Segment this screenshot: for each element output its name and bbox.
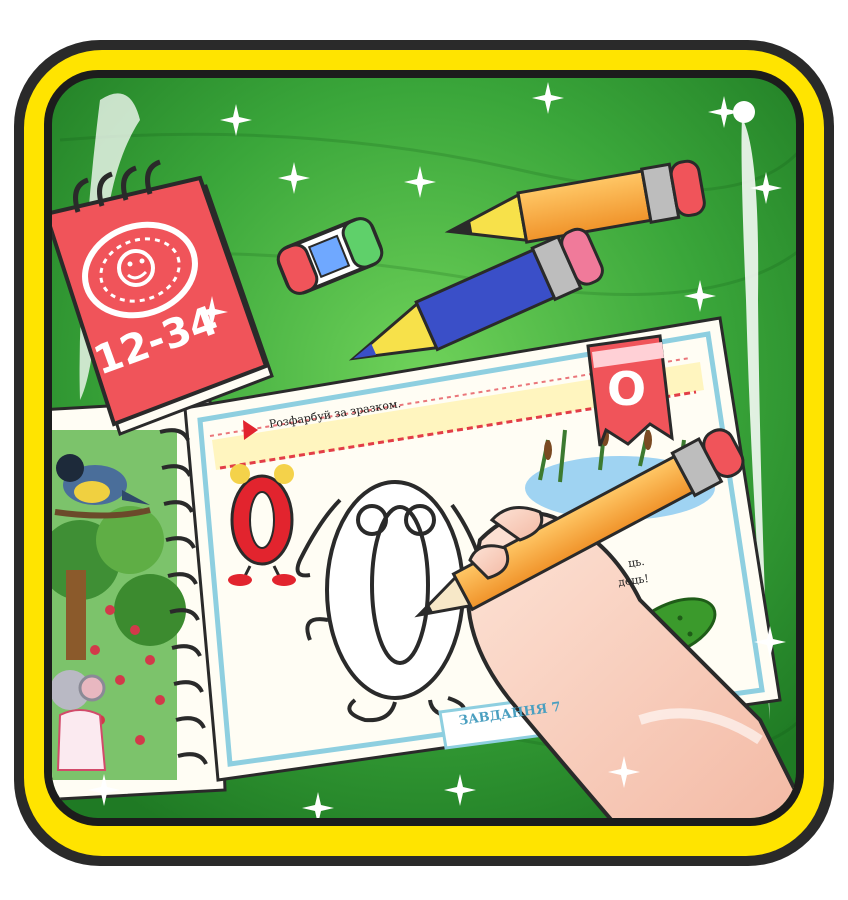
side-text-1: ць.: [627, 554, 646, 571]
icon-artwork: [14, 40, 834, 866]
app-icon: 12-34 О Розфарбуй за зразком. ЗАВДАННЯ 7…: [0, 0, 848, 896]
tab-letter: О: [607, 362, 647, 416]
